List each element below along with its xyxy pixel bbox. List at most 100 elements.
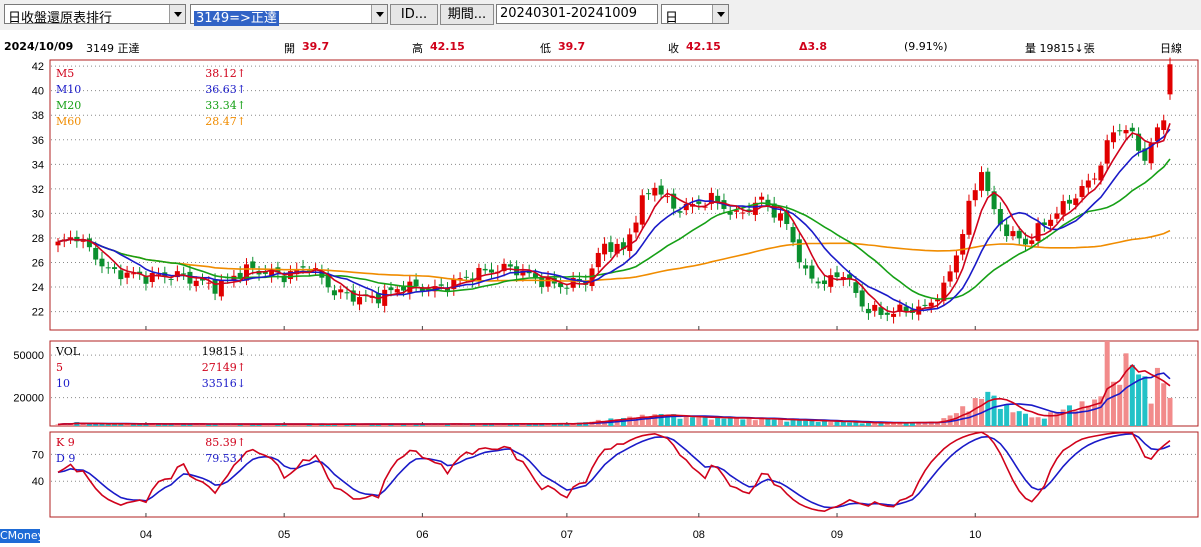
- legend_vol-legend-value: 27149↑: [201, 361, 246, 374]
- legend_kd-legend-value: 79.53↑: [205, 452, 246, 465]
- candle-body: [979, 172, 985, 191]
- candle-body: [595, 252, 601, 268]
- price-tick-label: 34: [32, 159, 44, 171]
- volume-bar: [639, 414, 645, 426]
- volume-bar: [1104, 341, 1110, 426]
- candle-body: [382, 289, 388, 306]
- volume-bar: [1142, 376, 1148, 426]
- candle-body: [105, 267, 111, 269]
- candle-body: [237, 272, 243, 278]
- volume-bar: [99, 424, 105, 426]
- candle-body: [777, 213, 783, 221]
- candle-body: [507, 264, 513, 267]
- price-tick-label: 38: [32, 110, 44, 122]
- volume-tick-label: 50000: [13, 350, 44, 362]
- legend_kd-legend-name: D 9: [56, 452, 76, 465]
- candle-body: [865, 308, 871, 314]
- volume-bar: [683, 415, 689, 426]
- candle-body: [193, 280, 199, 287]
- candle-body: [1129, 127, 1135, 132]
- candle-body: [696, 201, 702, 204]
- legend_vol-legend-name: 5: [56, 361, 63, 374]
- legend_vol-legend-name: VOL: [56, 345, 81, 358]
- month-label: 07: [561, 529, 573, 541]
- volume-bar: [872, 423, 878, 426]
- volume-bar: [1029, 417, 1035, 426]
- volume-bar: [740, 419, 746, 426]
- legend_vol-legend-value: 33516↓: [201, 377, 246, 390]
- candle-body: [759, 196, 765, 200]
- volume-bar: [86, 424, 92, 426]
- candle-body: [357, 297, 363, 305]
- volume-ma5-line: [57, 364, 1171, 426]
- candle-body: [1092, 178, 1098, 180]
- candle-body: [652, 187, 658, 196]
- volume-bar: [771, 419, 777, 426]
- candle-body: [545, 277, 551, 287]
- candle-body: [55, 241, 61, 246]
- candle-body: [212, 280, 218, 294]
- candle-body: [1023, 238, 1029, 245]
- kd-tick-label: 40: [32, 476, 44, 488]
- candle-body: [1079, 186, 1085, 197]
- volume-bar: [752, 420, 758, 426]
- candle-body: [338, 289, 344, 293]
- candle-body: [1110, 132, 1116, 143]
- candle-body: [482, 268, 488, 271]
- month-label: 08: [693, 529, 705, 541]
- candle-body: [985, 171, 991, 192]
- ma20-line: [57, 158, 1171, 300]
- candle-body: [250, 261, 256, 268]
- candle-body: [633, 222, 639, 233]
- month-label: 04: [140, 529, 152, 541]
- volume-bar: [765, 418, 771, 426]
- price-tick-label: 24: [32, 282, 44, 294]
- candle-body: [608, 242, 614, 252]
- volume-bar: [1041, 418, 1047, 426]
- volume-bar: [1161, 383, 1167, 426]
- price-tick-label: 30: [32, 208, 44, 220]
- price-tick-label: 26: [32, 258, 44, 270]
- legend_price-legend-value: 36.63↑: [205, 83, 246, 96]
- volume-bar: [1167, 397, 1173, 426]
- volume-bar: [1035, 417, 1041, 426]
- volume-bar: [1054, 411, 1060, 426]
- volume-bar: [828, 422, 834, 426]
- candle-body: [344, 292, 350, 294]
- candle-body: [602, 243, 608, 255]
- volume-bar: [840, 421, 846, 426]
- candle-body: [93, 247, 99, 260]
- volume-bar: [1010, 412, 1016, 426]
- legend_vol-legend-name: 10: [56, 377, 70, 390]
- candle-body: [928, 302, 934, 307]
- legend_price-legend-name: M5: [56, 67, 75, 80]
- ma5-line: [57, 123, 1171, 314]
- candle-body: [112, 267, 118, 270]
- volume-bar: [1066, 405, 1072, 426]
- price-tick-label: 40: [32, 86, 44, 98]
- legend_price-legend-name: M20: [56, 99, 82, 112]
- volume-bar: [803, 420, 809, 426]
- candle-body: [658, 185, 664, 195]
- legend_vol-legend-value: 19815↓: [201, 345, 246, 358]
- candle-body: [488, 269, 494, 273]
- candle-body: [821, 280, 827, 285]
- candle-body: [972, 190, 978, 201]
- candle-body: [1104, 140, 1110, 164]
- stock-chart: 22 24 26 28 30 32 34 36 38 40 42 20000 50000 40 70 04 05…: [13, 57, 1199, 541]
- candle-body: [834, 272, 840, 278]
- legend_price-legend-name: M10: [56, 83, 82, 96]
- volume-bar: [859, 423, 865, 426]
- volume-bar: [1004, 404, 1010, 426]
- candle-body: [1054, 213, 1060, 219]
- candle-body: [181, 273, 187, 275]
- candle-body: [331, 290, 337, 296]
- candle-body: [891, 313, 897, 317]
- candle-body: [790, 227, 796, 243]
- candle-body: [960, 234, 966, 255]
- price-tick-label: 22: [32, 307, 44, 319]
- volume-bar: [1023, 413, 1029, 426]
- price-tick-label: 28: [32, 233, 44, 245]
- candle-body: [740, 212, 746, 214]
- candle-body: [884, 312, 890, 315]
